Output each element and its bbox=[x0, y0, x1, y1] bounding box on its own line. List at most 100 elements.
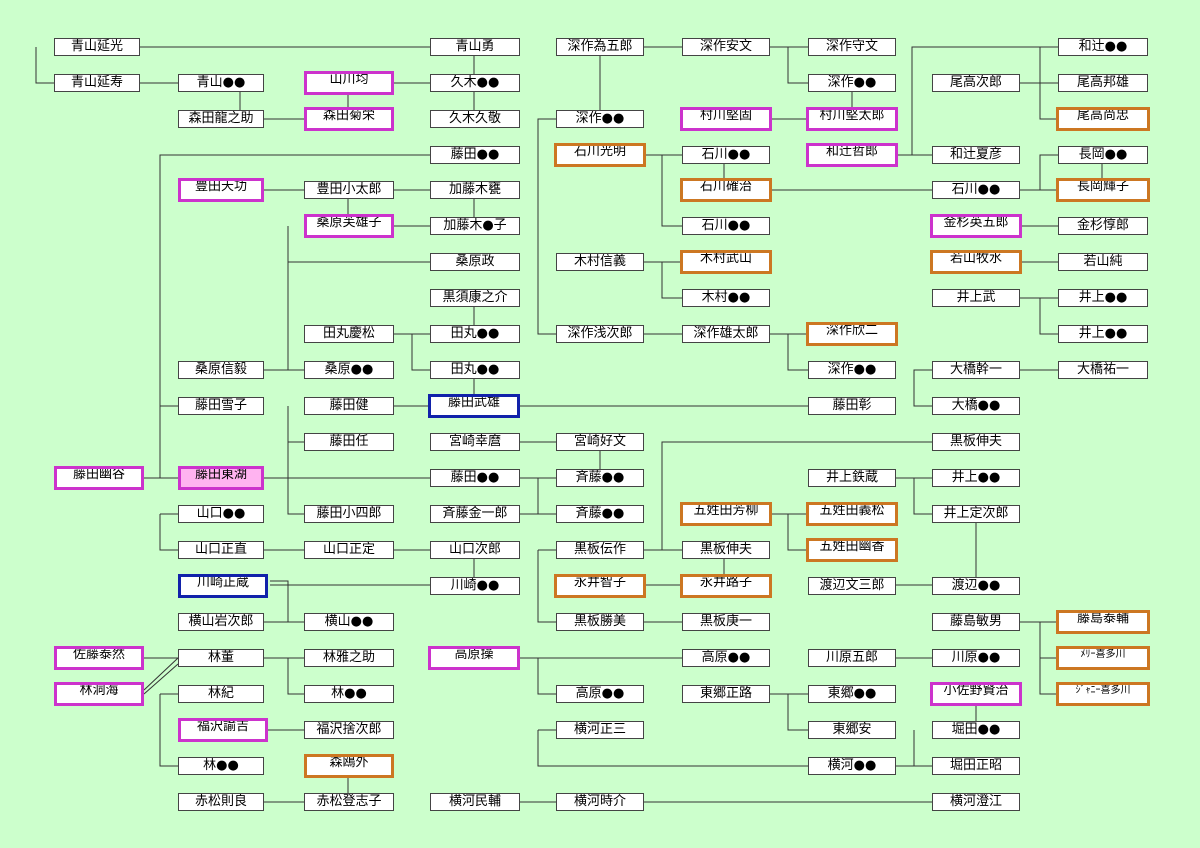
person-tamaru-child1: 田丸●● bbox=[430, 325, 520, 343]
person-fukuzawa-yukichi: 福沢諭吉 bbox=[178, 718, 268, 742]
person-kawasaki-masazo: 川崎正蔵 bbox=[178, 574, 268, 598]
person-murakawa-kengo: 村川堅固 bbox=[680, 107, 772, 131]
person-togo-yasushi: 東郷安 bbox=[808, 721, 896, 739]
person-kuroita-katsumi: 黒板勝美 bbox=[556, 613, 644, 631]
person-aoyama-nobumitsu: 青山延光 bbox=[54, 38, 140, 56]
person-ohashi-child: 大橋●● bbox=[932, 397, 1020, 415]
person-inoue-tetsuzo: 井上鉄蔵 bbox=[808, 469, 896, 487]
person-ishikawa-child1: 石川●● bbox=[682, 146, 770, 164]
person-tamaru-keimatsu: 田丸慶松 bbox=[304, 325, 394, 343]
person-fujita-yukiko: 藤田雪子 bbox=[178, 397, 264, 415]
person-togo-child: 東郷●● bbox=[808, 685, 896, 703]
person-ishikawa-child2: 石川●● bbox=[682, 217, 770, 235]
person-yokokawa-tamisuke: 横河民輔 bbox=[430, 793, 520, 811]
person-yokokawa-masazo: 横河正三 bbox=[556, 721, 644, 739]
person-fukasaku-yasubumi: 深作安文 bbox=[682, 38, 770, 56]
person-takahara-child2: 高原●● bbox=[556, 685, 644, 703]
person-saito-child1: 斉藤●● bbox=[556, 469, 644, 487]
person-wakatsuji-child: 和辻●● bbox=[1058, 38, 1148, 56]
person-gosho-yuka: 五姓田幽香 bbox=[806, 538, 898, 562]
person-hayashi-child1: 林●● bbox=[304, 685, 394, 703]
person-hayashi-masanosuke: 林雅之助 bbox=[304, 649, 394, 667]
person-ohashi-yuichi: 大橋祐一 bbox=[1058, 361, 1148, 379]
person-kuroita-nobuo-right: 黒板伸夫 bbox=[932, 433, 1020, 451]
person-kawahara-child: 川原●● bbox=[932, 649, 1020, 667]
person-yamakawa-hitoshi: 山川均 bbox=[304, 71, 394, 95]
person-yokokawa-sumie: 横河澄江 bbox=[932, 793, 1020, 811]
person-inoue-child3: 井上●● bbox=[932, 469, 1020, 487]
person-kuroita-densaku: 黒板伝作 bbox=[556, 541, 644, 559]
person-mary-kitagawa: ﾒﾘｰ喜多川 bbox=[1056, 646, 1150, 670]
person-murakawa-kentaro: 村川堅太郎 bbox=[806, 107, 898, 131]
person-mori-ogai: 森鴎外 bbox=[304, 754, 394, 778]
person-nagaoka-child: 長岡●● bbox=[1058, 146, 1148, 164]
person-ishikawa-kakuji: 石川確治 bbox=[680, 178, 772, 202]
person-fujishima-toshio: 藤島敏男 bbox=[932, 613, 1020, 631]
person-kuwabara-fujiko: 桑原芙雄子 bbox=[304, 214, 394, 238]
person-fujita-takeo: 藤田武雄 bbox=[428, 394, 520, 418]
person-morita-ryunosuke: 森田龍之助 bbox=[178, 110, 264, 128]
person-fujita-toko: 藤田東湖 bbox=[178, 466, 264, 490]
person-kimura-buzan: 木村武山 bbox=[680, 250, 772, 274]
person-morita-kikue: 森田菊栄 bbox=[304, 107, 394, 131]
person-watanabe-child: 渡辺●● bbox=[932, 577, 1020, 595]
person-watsuji-tetsuro: 和辻哲郎 bbox=[806, 143, 898, 167]
person-fukasaku-morifumi: 深作守文 bbox=[808, 38, 896, 56]
person-fujishima-taisuke: 藤島泰輔 bbox=[1056, 610, 1150, 634]
person-fukasaku-child2: 深作●● bbox=[808, 74, 896, 92]
person-fujita-akira: 藤田彰 bbox=[808, 397, 896, 415]
person-yokokawa-tokisuke: 横河時介 bbox=[556, 793, 644, 811]
person-kuwabara-tadashi: 桑原政 bbox=[430, 253, 520, 271]
person-inoue-child2: 井上●● bbox=[1058, 325, 1148, 343]
person-kanasugi-eigoro: 金杉英五郎 bbox=[930, 214, 1022, 238]
person-kawahara-goro: 川原五郎 bbox=[808, 649, 896, 667]
person-odaka-kunio: 尾高邦雄 bbox=[1058, 74, 1148, 92]
person-odaka-hisatada: 尾高尚忠 bbox=[1056, 107, 1150, 131]
person-toyoda-tenko: 豊田天功 bbox=[178, 178, 264, 202]
person-aoyama-isamu: 青山勇 bbox=[430, 38, 520, 56]
person-togo-masamichi: 東郷正路 bbox=[682, 685, 770, 703]
person-fukuzawa-sutejiro: 福沢捨次郎 bbox=[304, 721, 394, 739]
person-fukasaku-tamegoro: 深作為五郎 bbox=[556, 38, 644, 56]
person-aoyama-child: 青山●● bbox=[178, 74, 264, 92]
person-aoyama-nobutoshi: 青山延寿 bbox=[54, 74, 140, 92]
person-johnny-kitagawa: ｼﾞｬﾆｰ喜多川 bbox=[1056, 682, 1150, 706]
person-fukasaku-asajiro: 深作浅次郎 bbox=[556, 325, 644, 343]
person-kuwabara-nobutake: 桑原信毅 bbox=[178, 361, 264, 379]
person-kuroita-nobuo-mid: 黒板伸夫 bbox=[682, 541, 770, 559]
person-kimura-child: 木村●● bbox=[682, 289, 770, 307]
person-hayashi-child2: 林●● bbox=[178, 757, 264, 775]
person-takahara-child1: 高原●● bbox=[682, 649, 770, 667]
person-kato-mokuhi: 加藤木甕 bbox=[430, 181, 520, 199]
person-kuki-hisanori: 久木久敬 bbox=[430, 110, 520, 128]
person-yamaguchi-masasada: 山口正定 bbox=[304, 541, 394, 559]
person-kanasugi-jiro: 金杉惇郎 bbox=[1058, 217, 1148, 235]
person-fukasaku-child1: 深作●● bbox=[556, 110, 644, 128]
person-horita-masaaki: 堀田正昭 bbox=[932, 757, 1020, 775]
person-tamaru-child2: 田丸●● bbox=[430, 361, 520, 379]
person-odaka-jiro: 尾高次郎 bbox=[932, 74, 1020, 92]
person-kawasaki-child: 川崎●● bbox=[430, 577, 520, 595]
person-kato-child: 加藤木●子 bbox=[430, 217, 520, 235]
person-nagaoka-teruko: 長岡輝子 bbox=[1056, 178, 1150, 202]
person-kuki-child1: 久木●● bbox=[430, 74, 520, 92]
person-toyoda-kotaro: 豊田小太郎 bbox=[304, 181, 394, 199]
person-fujita-child1: 藤田●● bbox=[430, 146, 520, 164]
person-kuwabara-child: 桑原●● bbox=[304, 361, 394, 379]
person-saito-kinichiro: 斉藤金一郎 bbox=[430, 505, 520, 523]
person-fujita-nin: 藤田任 bbox=[304, 433, 394, 451]
person-fukasaku-child3: 深作●● bbox=[808, 361, 896, 379]
person-fukasaku-yutaro: 深作雄太郎 bbox=[682, 325, 770, 343]
person-horita-child: 堀田●● bbox=[932, 721, 1020, 739]
person-koshino-kenji: 小佐野賢治 bbox=[930, 682, 1022, 706]
person-watsuji-natsuhiko: 和辻夏彦 bbox=[932, 146, 1020, 164]
person-yokoyama-child: 横山●● bbox=[304, 613, 394, 631]
person-inoue-child1: 井上●● bbox=[1058, 289, 1148, 307]
person-yokokawa-child: 横河●● bbox=[808, 757, 896, 775]
person-ishikawa-mitsuaki: 石川光明 bbox=[554, 143, 646, 167]
person-kimura-nobuyoshi: 木村信義 bbox=[556, 253, 644, 271]
person-kurosu-konosuke: 黒須康之介 bbox=[430, 289, 520, 307]
person-fukasaku-kinji: 深作欣二 bbox=[806, 322, 898, 346]
person-nagai-michiko: 永井路子 bbox=[680, 574, 772, 598]
person-fujita-child2: 藤田●● bbox=[430, 469, 520, 487]
